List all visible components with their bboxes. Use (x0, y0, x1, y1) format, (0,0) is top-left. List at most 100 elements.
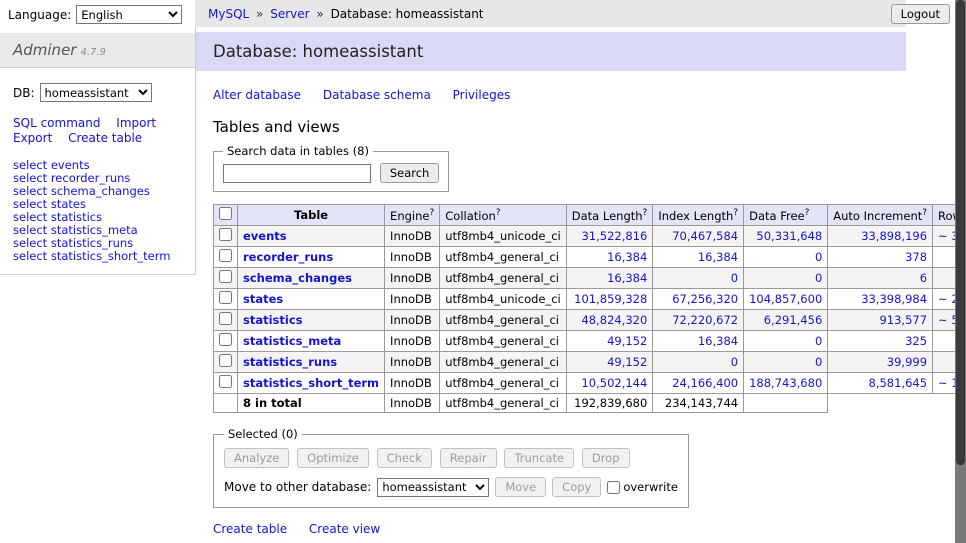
truncate-button[interactable]: Truncate (504, 448, 574, 468)
auto-increment-link[interactable]: 325 (905, 334, 927, 348)
analyze-button[interactable]: Analyze (224, 448, 289, 468)
data-free-link[interactable]: 0 (815, 355, 822, 369)
sidebar-item-select-states[interactable]: select states (13, 197, 86, 211)
search-input[interactable] (223, 164, 371, 183)
data-free-link[interactable]: 104,857,600 (749, 292, 822, 306)
search-button[interactable]: Search (380, 163, 440, 183)
sidebar-item-select-recorder-runs[interactable]: select recorder_runs (13, 171, 130, 185)
table-name-link[interactable]: events (243, 229, 287, 243)
data-free-link[interactable]: 0 (815, 250, 822, 264)
engine-cell: InnoDB (385, 352, 440, 373)
privileges-link[interactable]: Privileges (453, 88, 511, 102)
table-name-link[interactable]: recorder_runs (243, 250, 333, 264)
rows-count-link[interactable]: ~ 569,159 (938, 313, 955, 327)
auto-increment-link[interactable]: 39,999 (887, 355, 927, 369)
alter-database-link[interactable]: Alter database (213, 88, 301, 102)
sidebar-export-link[interactable]: Export (13, 131, 52, 145)
auto-increment-link[interactable]: 33,898,196 (861, 229, 927, 243)
data-free-link[interactable]: 50,331,648 (756, 229, 822, 243)
rows-count-link[interactable]: ~ 299,833 (938, 292, 955, 306)
index-length-link[interactable]: 0 (731, 355, 738, 369)
data-free-link[interactable]: 0 (815, 334, 822, 348)
table-name-cell: recorder_runs (238, 247, 385, 268)
row-select-checkbox[interactable] (219, 291, 232, 304)
language-select[interactable]: English (76, 5, 182, 24)
data-length-link[interactable]: 16,384 (607, 250, 647, 264)
selected-fieldset: Selected (0) Analyze Optimize Check Repa… (213, 427, 689, 508)
auto-increment-link[interactable]: 33,398,984 (861, 292, 927, 306)
sidebar-item-select-statistics-runs[interactable]: select statistics_runs (13, 236, 133, 250)
check-button[interactable]: Check (377, 448, 432, 468)
create-view-link[interactable]: Create view (309, 522, 380, 536)
row-select-checkbox[interactable] (219, 249, 232, 262)
database-schema-link[interactable]: Database schema (323, 88, 431, 102)
data-length-link[interactable]: 31,522,816 (581, 229, 647, 243)
sidebar-item-select-statistics[interactable]: select statistics (13, 210, 102, 224)
move-database-select[interactable]: homeassistant (377, 478, 489, 497)
rows-count-link[interactable]: ~ 312,180 (938, 229, 955, 243)
auto-increment-link[interactable]: 378 (905, 250, 927, 264)
data-length-link[interactable]: 101,859,328 (574, 292, 647, 306)
repair-button[interactable]: Repair (440, 448, 497, 468)
index-length-link[interactable]: 70,467,584 (672, 229, 738, 243)
data-free-link[interactable]: 188,743,680 (749, 376, 822, 390)
row-select-checkbox[interactable] (219, 354, 232, 367)
engine-cell: InnoDB (385, 268, 440, 289)
logout-button[interactable]: Logout (891, 4, 950, 24)
row-select-checkbox[interactable] (219, 333, 232, 346)
breadcrumb-server-link[interactable]: Server (270, 7, 309, 21)
move-button[interactable]: Move (495, 477, 546, 497)
sidebar-item-select-statistics-short-term[interactable]: select statistics_short_term (13, 249, 170, 263)
sidebar-create-table-link[interactable]: Create table (68, 131, 142, 145)
data-free-link[interactable]: 0 (815, 271, 822, 285)
vertical-scrollbar[interactable] (955, 0, 966, 543)
overwrite-checkbox[interactable] (607, 481, 620, 494)
table-name-link[interactable]: statistics_short_term (243, 376, 379, 390)
optimize-button[interactable]: Optimize (297, 448, 369, 468)
table-name-link[interactable]: schema_changes (243, 271, 352, 285)
table-name-link[interactable]: states (243, 292, 283, 306)
data-length-link[interactable]: 49,152 (607, 355, 647, 369)
sidebar-item-select-events[interactable]: select events (13, 158, 90, 172)
row-select-checkbox[interactable] (219, 228, 232, 241)
table-name-link[interactable]: statistics (243, 313, 303, 327)
index-length-link[interactable]: 72,220,672 (672, 313, 738, 327)
tables-overview-table: Table Engine? Collation? Data Length? In… (213, 204, 955, 413)
move-label: Move to other database: (224, 480, 371, 494)
adminer-logo-link[interactable]: Adminer (13, 41, 76, 59)
create-table-link[interactable]: Create table (213, 522, 287, 536)
table-name-link[interactable]: statistics_meta (243, 334, 341, 348)
select-all-checkbox[interactable] (219, 207, 232, 220)
data-free-link[interactable]: 6,291,456 (764, 313, 823, 327)
data-length-link[interactable]: 10,502,144 (581, 376, 647, 390)
sidebar-import-link[interactable]: Import (116, 116, 156, 130)
auto-increment-link[interactable]: 913,577 (879, 313, 927, 327)
drop-button[interactable]: Drop (582, 448, 630, 468)
index-length-link[interactable]: 0 (731, 271, 738, 285)
db-select[interactable]: homeassistant (40, 83, 152, 102)
scrollbar-thumb[interactable] (956, 0, 965, 465)
table-name-link[interactable]: statistics_runs (243, 355, 337, 369)
data-length-link[interactable]: 16,384 (607, 271, 647, 285)
auto-increment-link[interactable]: 6 (920, 271, 927, 285)
sidebar-item-select-schema-changes[interactable]: select schema_changes (13, 184, 150, 198)
sidebar-sql-command-link[interactable]: SQL command (13, 116, 100, 130)
breadcrumb-mysql-link[interactable]: MySQL (208, 7, 249, 21)
sidebar-item-select-statistics-meta[interactable]: select statistics_meta (13, 223, 138, 237)
app-version: 4.7.9 (80, 47, 105, 58)
data-length-link[interactable]: 48,824,320 (581, 313, 647, 327)
index-length-link[interactable]: 67,256,320 (672, 292, 738, 306)
index-length-link[interactable]: 16,384 (698, 334, 738, 348)
search-fieldset: Search data in tables (8) Search (213, 144, 449, 192)
column-header-index-length: Index Length? (653, 205, 744, 226)
index-length-link[interactable]: 16,384 (698, 250, 738, 264)
row-select-checkbox[interactable] (219, 375, 232, 388)
index-length-link[interactable]: 24,166,400 (672, 376, 738, 390)
auto-increment-link[interactable]: 8,581,645 (869, 376, 928, 390)
data-length-link[interactable]: 49,152 (607, 334, 647, 348)
copy-button[interactable]: Copy (552, 477, 601, 497)
rows-count-link[interactable]: ~ 136,108 (938, 376, 955, 390)
row-select-checkbox[interactable] (219, 270, 232, 283)
row-select-checkbox[interactable] (219, 312, 232, 325)
collation-cell: utf8mb4_unicode_ci (440, 289, 567, 310)
